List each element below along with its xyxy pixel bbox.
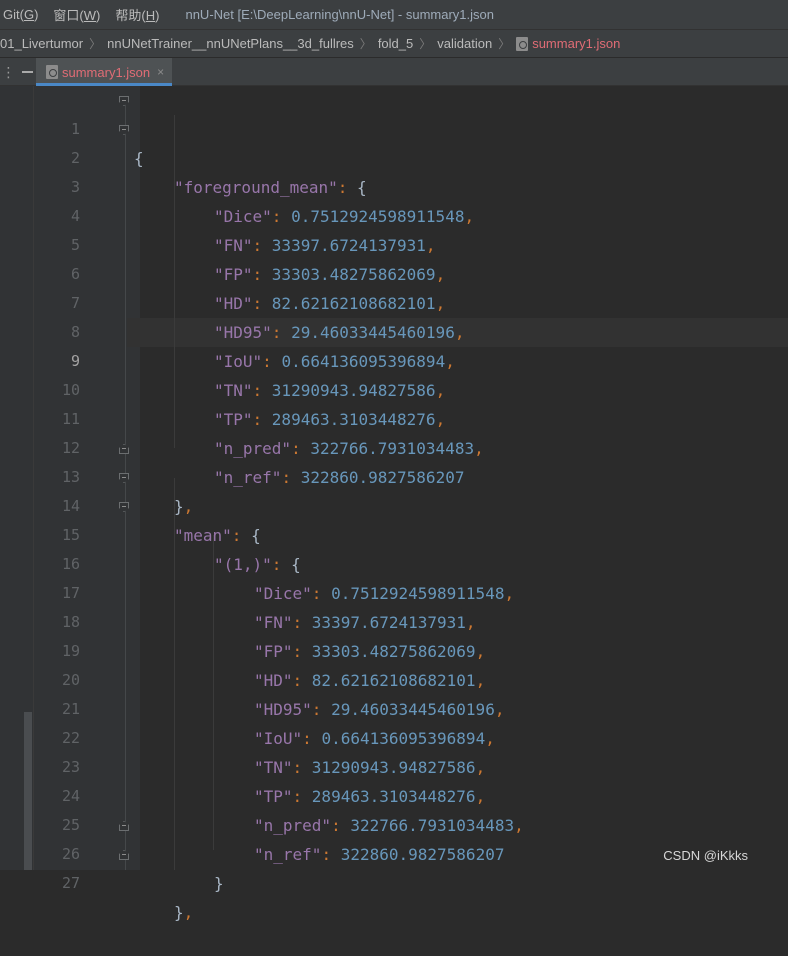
code-line: 10 "TP": 289463.3103448276, [0, 347, 788, 429]
code-line: 13 }, [0, 434, 788, 516]
code-line: 7 "HD95": 29.46033445460196, [0, 260, 788, 342]
json-file-icon [46, 65, 58, 79]
code-line: 19 "HD": 82.62162108682101, [0, 608, 788, 690]
code-line: 12 "n_ref": 322860.9827586207 [0, 405, 788, 487]
menu-git[interactable]: Git(G) [3, 7, 38, 22]
menu-git-end: ) [34, 7, 39, 22]
code-line: 22 "TN": 31290943.94827586, [0, 695, 788, 777]
window-title: nnU-Net [E:\DeepLearning\nnU-Net] - summ… [185, 7, 494, 22]
code-line: 15 "(1,)": { [0, 492, 788, 574]
code-line: 4 "FN": 33397.6724137931, [0, 173, 788, 255]
code-text: }, [174, 903, 194, 922]
line-number: 27 [61, 874, 80, 892]
menu-git-label: Git( [3, 7, 24, 22]
menu-help-mnemonic: H [145, 8, 156, 23]
json-file-icon [516, 36, 529, 51]
code-line: 5 "FP": 33303.48275862069, [0, 202, 788, 284]
code-line: 2 "foreground_mean": { [0, 115, 788, 197]
breadcrumb-item[interactable]: nnUNetTrainer__nnUNetPlans__3d_fullres [107, 36, 354, 51]
chevron-right-icon: 〉 [419, 37, 432, 51]
code-line: 14 "mean": { [0, 463, 788, 545]
close-icon[interactable]: × [157, 65, 164, 79]
code-line: 6 "HD": 82.62162108682101, [0, 231, 788, 313]
menu-bar: Git(G) 窗口(W) 帮助(H) nnU-Net [E:\DeepLearn… [0, 0, 788, 30]
menu-help-end: ) [155, 8, 160, 23]
code-editor[interactable]: 1 { 2 "foreground_mean": { 3 "Dice": 0.7… [0, 86, 788, 922]
tab-summary1-json[interactable]: summary1.json × [36, 58, 172, 86]
code-line: 16 "Dice": 0.7512924598911548, [0, 521, 788, 603]
menu-window[interactable]: 窗口(W) [53, 5, 100, 24]
more-icon[interactable]: ⋮ [2, 65, 16, 79]
code-line: 26 } [0, 811, 788, 893]
code-text: } [214, 874, 224, 893]
breadcrumb-item[interactable]: validation [437, 36, 492, 51]
code-line: 3 "Dice": 0.7512924598911548, [0, 144, 788, 226]
menu-window-end: ) [96, 8, 101, 23]
breadcrumb: 01_Livertumor 〉 nnUNetTrainer__nnUNetPla… [0, 30, 788, 58]
menu-help[interactable]: 帮助(H) [115, 5, 159, 24]
code-line: 25 "n_ref": 322860.9827586207 [0, 782, 788, 864]
watermark: CSDN @iKkks [663, 848, 748, 863]
code-line-current: 9 "TN": 31290943.94827586, [0, 318, 788, 400]
code-line: 20 "HD95": 29.46033445460196, [0, 637, 788, 719]
chevron-right-icon: 〉 [359, 37, 372, 51]
code-line: 17 "FN": 33397.6724137931, [0, 550, 788, 632]
code-line: 11 "n_pred": 322766.7931034483, [0, 376, 788, 458]
code-line: 21 "IoU": 0.664136095396894, [0, 666, 788, 748]
code-line: 1 { [0, 86, 788, 168]
code-line: 8 "IoU": 0.664136095396894, [0, 289, 788, 371]
editor-tab-strip: ⋮ summary1.json × [0, 58, 788, 86]
menu-window-label: 窗口( [53, 8, 84, 23]
breadcrumb-item-active[interactable]: summary1.json [516, 36, 620, 51]
breadcrumb-item[interactable]: fold_5 [378, 36, 413, 51]
breadcrumb-item[interactable]: 01_Livertumor [0, 36, 83, 51]
menu-git-mnemonic: G [23, 7, 35, 22]
minimize-icon[interactable] [21, 71, 33, 73]
tool-window-controls: ⋮ [0, 58, 34, 86]
menu-window-mnemonic: W [83, 8, 97, 23]
breadcrumb-active-label: summary1.json [532, 36, 621, 51]
code-line: 23 "TP": 289463.3103448276, [0, 724, 788, 806]
code-line: 18 "FP": 33303.48275862069, [0, 579, 788, 661]
chevron-right-icon: 〉 [89, 37, 102, 51]
chevron-right-icon: 〉 [498, 37, 511, 51]
menu-help-label: 帮助( [115, 8, 146, 23]
tab-label: summary1.json [62, 64, 151, 80]
code-line: 24 "n_pred": 322766.7931034483, [0, 753, 788, 835]
